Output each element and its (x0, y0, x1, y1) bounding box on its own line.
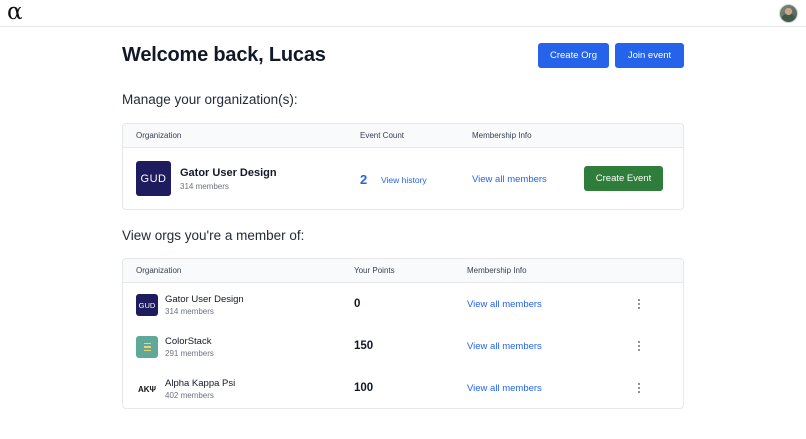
org-name: Gator User Design (180, 167, 277, 179)
create-org-button[interactable]: Create Org (538, 43, 609, 68)
org-name: ColorStack (165, 336, 212, 347)
column-header-membership-info: Membership Info (472, 131, 532, 140)
points-value: 150 (354, 340, 374, 352)
gud-logo: GUD (136, 161, 171, 196)
more-options-icon[interactable] (635, 381, 643, 395)
member-orgs-table: Organization Your Points Membership Info… (122, 258, 684, 409)
table-header: Organization Your Points Membership Info (123, 259, 683, 283)
table-header: Organization Event Count Membership Info (123, 124, 683, 148)
org-member-count: 314 members (165, 307, 214, 316)
join-event-button[interactable]: Join event (615, 43, 684, 68)
gud-logo: GUD (136, 294, 158, 316)
more-options-icon[interactable] (635, 339, 643, 353)
akp-logo: ΑΚΨ (137, 384, 157, 394)
column-header-organization: Organization (136, 266, 182, 275)
managed-orgs-table: Organization Event Count Membership Info… (122, 123, 684, 210)
view-history-link[interactable]: View history (381, 175, 427, 185)
org-name: Alpha Kappa Psi (165, 378, 236, 389)
colorstack-logo (136, 336, 158, 358)
view-all-members-link[interactable]: View all members (472, 174, 547, 185)
event-count: 2 (360, 172, 368, 187)
org-member-count: 402 members (165, 391, 214, 400)
user-avatar-icon[interactable] (779, 4, 798, 23)
more-options-icon[interactable] (635, 297, 643, 311)
table-row: ΑΚΨ Alpha Kappa Psi 402 members 100 View… (123, 368, 683, 408)
org-member-count: 291 members (165, 349, 214, 358)
column-header-event-count: Event Count (360, 131, 405, 140)
member-orgs-heading: View orgs you're a member of: (122, 228, 305, 243)
top-nav-bar: α (0, 0, 806, 27)
page-title: Welcome back, Lucas (122, 44, 326, 66)
view-all-members-link[interactable]: View all members (467, 341, 542, 352)
create-event-button[interactable]: Create Event (584, 166, 663, 191)
view-all-members-link[interactable]: View all members (467, 383, 542, 394)
org-name: Gator User Design (165, 294, 244, 305)
org-member-count: 314 members (180, 182, 229, 191)
column-header-membership-info: Membership Info (467, 266, 527, 275)
view-all-members-link[interactable]: View all members (467, 299, 542, 310)
manage-orgs-heading: Manage your organization(s): (122, 92, 298, 107)
points-value: 0 (354, 298, 361, 310)
table-row: ColorStack 291 members 150 View all memb… (123, 326, 683, 368)
table-row: GUD Gator User Design 314 members 0 View… (123, 284, 683, 326)
points-value: 100 (354, 382, 374, 394)
column-header-your-points: Your Points (354, 266, 395, 275)
column-header-organization: Organization (136, 131, 182, 140)
app-logo[interactable]: α (7, 0, 23, 26)
